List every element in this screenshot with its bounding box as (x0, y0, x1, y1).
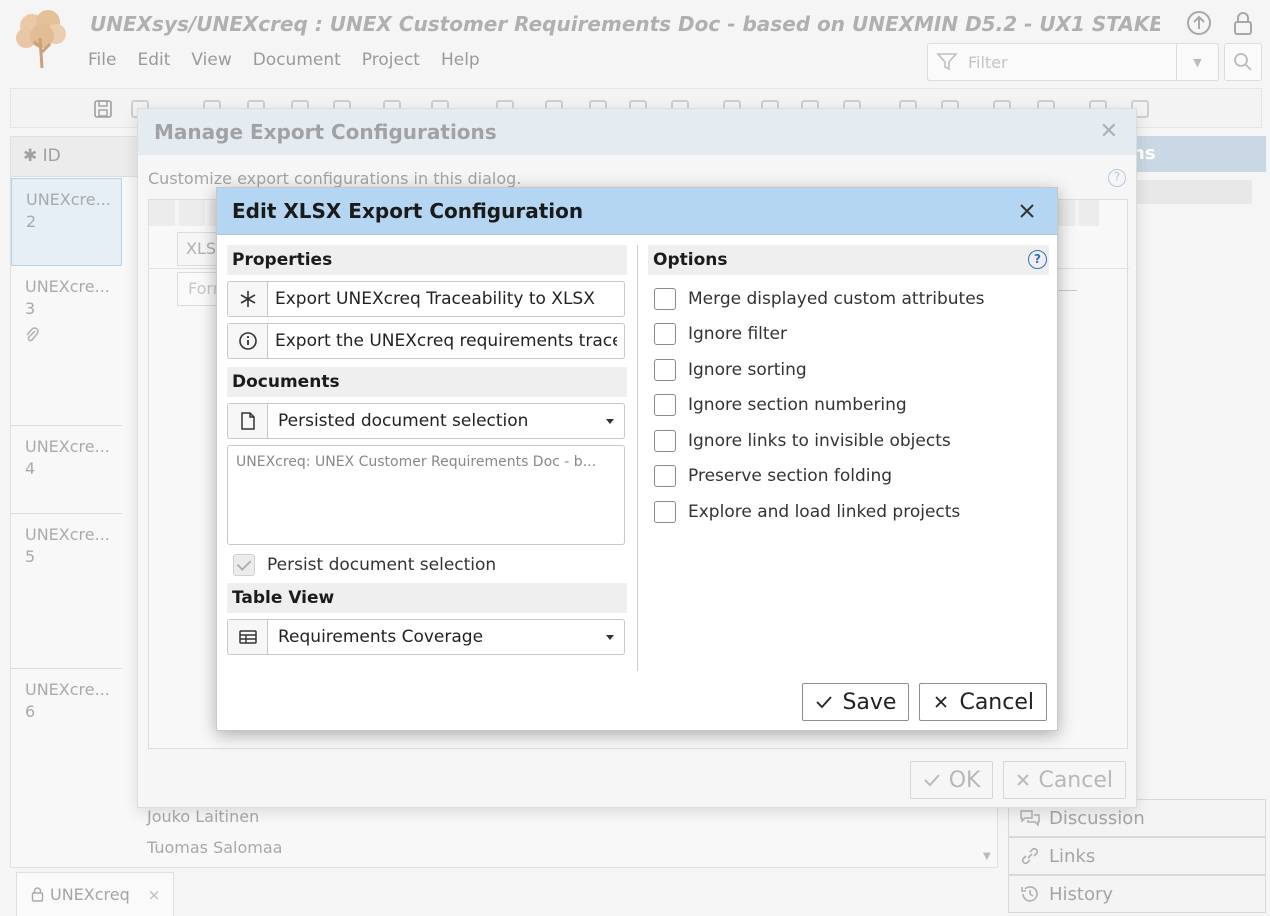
close-icon (935, 696, 948, 708)
tab-history[interactable]: History (1008, 875, 1266, 913)
configuration-name-input[interactable] (268, 281, 625, 317)
name-field-row (227, 281, 625, 317)
table-row[interactable]: UNEXcre... 4 (11, 426, 122, 514)
help-icon[interactable]: ? (1108, 169, 1126, 187)
lock-icon (31, 887, 44, 902)
document-tab-label: UNEXcreq (50, 885, 130, 904)
menu-bar: File Edit View Document Project Help (88, 50, 480, 70)
edit-dialog-title: Edit XLSX Export Configuration (232, 199, 584, 223)
upload-circle-icon[interactable] (1186, 10, 1212, 36)
document-tab[interactable]: UNEXcreq × (16, 872, 174, 916)
edit-right-column: Options ? Merge displayed custom attribu… (648, 245, 1049, 530)
persist-document-selection-label: Persist document selection (267, 555, 497, 575)
manage-dialog-title: Manage Export Configurations (154, 120, 497, 144)
checkbox[interactable] (654, 358, 676, 381)
menu-help[interactable]: Help (441, 50, 480, 70)
info-icon (227, 323, 268, 359)
menu-project[interactable]: Project (362, 50, 420, 70)
discussion-icon (1020, 810, 1040, 827)
list-item[interactable]: UNEXcreq: UNEX Customer Requirements Doc… (236, 454, 616, 470)
filter-funnel-icon (936, 53, 958, 71)
option-ignore-invisible-links[interactable]: Ignore links to invisible objects (648, 423, 1049, 459)
table-row[interactable]: UNEXcre... 3 (11, 266, 122, 426)
document-selection-row: Persisted document selection (227, 403, 625, 439)
description-field-row (227, 323, 625, 359)
properties-section-header: Properties (227, 245, 627, 275)
menu-document[interactable]: Document (253, 50, 341, 70)
close-tab-icon[interactable]: × (148, 886, 161, 904)
lock-icon[interactable] (1230, 10, 1256, 36)
close-icon[interactable] (1015, 199, 1039, 223)
search-icon (1234, 53, 1252, 71)
manage-dialog-description: Customize export configurations in this … (148, 169, 522, 188)
table-row[interactable]: UNEXcre... 2 (11, 178, 122, 266)
cancel-button[interactable]: Cancel (919, 683, 1047, 721)
table-view-section-header: Table View (227, 583, 627, 613)
options-section-header: Options ? (648, 245, 1049, 275)
filter-input[interactable]: Filter ▼ (927, 43, 1219, 81)
checkbox[interactable] (654, 394, 676, 417)
document-icon (227, 403, 268, 439)
required-asterisk-icon (227, 281, 268, 317)
id-column-header[interactable]: ✱ ID (23, 146, 61, 166)
menu-edit[interactable]: Edit (137, 50, 170, 70)
option-ignore-section-numbering[interactable]: Ignore section numbering (648, 388, 1049, 424)
persist-selection-row: Persist document selection (227, 547, 627, 583)
tab-links[interactable]: Links (1008, 837, 1266, 875)
document-selection-dropdown[interactable]: Persisted document selection (268, 403, 625, 439)
table-row[interactable]: UNEXcre... 5 (11, 514, 122, 669)
documents-section-header: Documents (227, 367, 627, 397)
manage-dialog-header: Manage Export Configurations (138, 109, 1136, 155)
app-title: UNEXsys/UNEXcreq : UNEX Customer Require… (90, 12, 1160, 36)
scroll-down-arrow-icon[interactable]: ▼ (983, 851, 991, 862)
checkbox[interactable] (654, 429, 676, 452)
checkbox[interactable] (654, 500, 676, 523)
edit-xlsx-export-configuration-dialog: Edit XLSX Export Configuration Propertie… (216, 187, 1058, 731)
table-view-dropdown[interactable]: Requirements Coverage (268, 619, 625, 655)
dash-mark (1059, 290, 1077, 291)
history-clock-icon (1021, 886, 1038, 902)
check-icon (816, 696, 833, 709)
table-view-row: Requirements Coverage (227, 619, 625, 655)
attachment-paperclip-icon[interactable] (25, 326, 39, 344)
menu-file[interactable]: File (88, 50, 116, 70)
manage-dialog-close-icon[interactable]: ✕ (1100, 119, 1118, 144)
option-preserve-section-folding[interactable]: Preserve section folding (648, 459, 1049, 495)
document-list[interactable]: UNEXcreq: UNEX Customer Requirements Doc… (227, 445, 625, 545)
app-logo-tree-icon (16, 10, 66, 69)
close-icon (1017, 774, 1030, 786)
save-button[interactable]: Save (802, 683, 910, 721)
filter-placeholder: Filter (968, 52, 1008, 72)
asterisk-icon: ✱ (23, 146, 38, 166)
search-button[interactable] (1224, 43, 1262, 81)
author-name: Tuomas Salomaa (147, 838, 283, 857)
option-ignore-sorting[interactable]: Ignore sorting (648, 352, 1049, 388)
filter-dropdown-caret-icon[interactable]: ▼ (1176, 44, 1218, 80)
help-icon[interactable]: ? (1028, 250, 1047, 269)
configuration-description-input[interactable] (268, 323, 625, 359)
checkbox[interactable] (654, 287, 676, 310)
menu-view[interactable]: View (191, 50, 231, 70)
table-row[interactable]: UNEXcre... 6 (11, 669, 122, 869)
option-merge-custom-attributes[interactable]: Merge displayed custom attributes (648, 281, 1049, 317)
chevron-down-icon (606, 634, 614, 640)
option-ignore-filter[interactable]: Ignore filter (648, 317, 1049, 353)
author-name: Jouko Laitinen (147, 807, 260, 826)
edit-dialog-header: Edit XLSX Export Configuration (217, 188, 1057, 235)
ok-button[interactable]: OK (909, 761, 994, 799)
option-explore-linked-projects[interactable]: Explore and load linked projects (648, 494, 1049, 530)
persist-document-selection-checkbox[interactable] (233, 554, 255, 576)
column-divider (637, 245, 638, 671)
chevron-down-icon (606, 418, 614, 424)
edit-left-column: Properties Documents (227, 245, 627, 655)
check-icon (924, 774, 940, 787)
save-disk-icon[interactable] (93, 99, 113, 119)
table-grid-icon (227, 619, 268, 655)
checkbox[interactable] (654, 323, 676, 346)
link-chain-icon (1021, 847, 1039, 865)
checkbox[interactable] (654, 465, 676, 488)
manage-cancel-button[interactable]: Cancel (1003, 761, 1126, 799)
